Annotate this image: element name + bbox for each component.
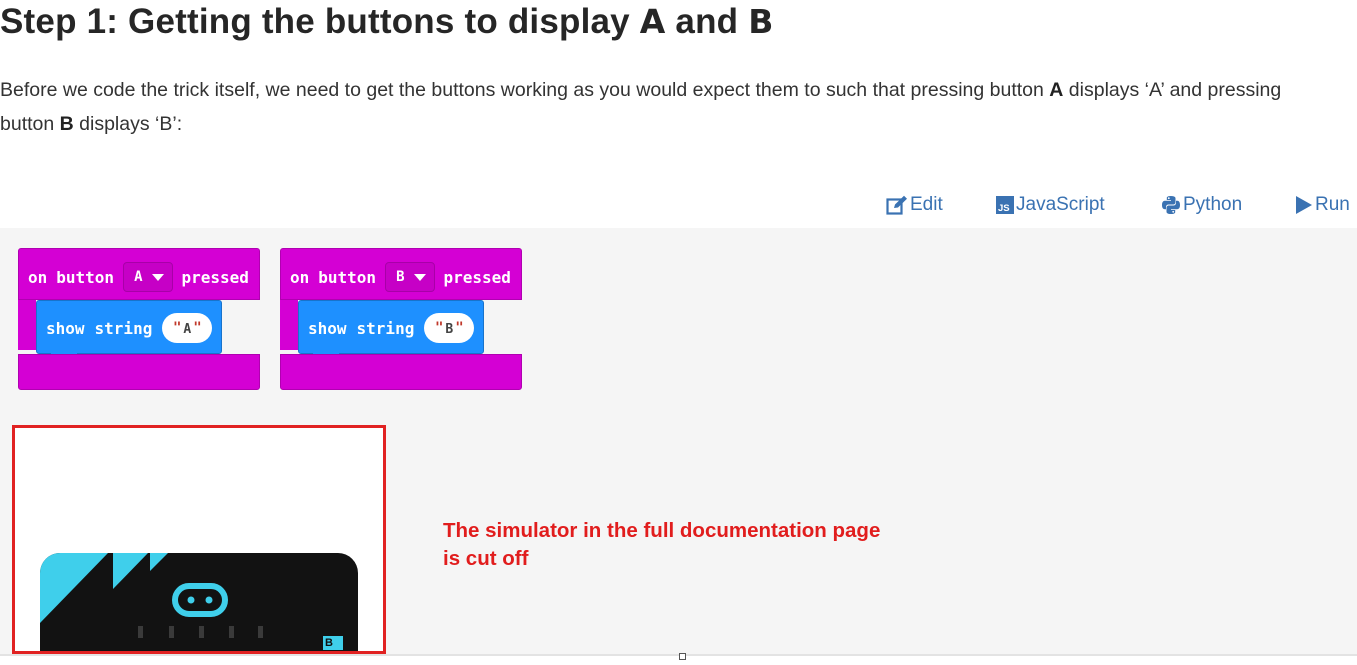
block-on-text: on: [28, 267, 48, 287]
run-button[interactable]: Run: [1295, 194, 1350, 216]
event-block-footer: [280, 354, 522, 390]
javascript-label: JavaScript: [1016, 194, 1105, 215]
quote-open: ": [172, 320, 182, 336]
block-show-text: show: [46, 318, 85, 338]
show-string-a-block[interactable]: show string " A ": [36, 300, 222, 360]
run-label: Run: [1315, 194, 1350, 215]
block-button-text: button: [318, 267, 377, 287]
python-button[interactable]: Python: [1161, 194, 1242, 216]
string-value-text: A: [183, 322, 192, 337]
led-column: [138, 626, 143, 638]
button-b-dropdown[interactable]: B: [385, 262, 435, 292]
block-on-text: on: [290, 267, 310, 287]
block-show-text: show: [308, 318, 347, 338]
on-button-b-pressed-block[interactable]: on button B pressed show string " B ": [280, 248, 522, 390]
quote-open: ": [434, 320, 444, 336]
show-string-b-block[interactable]: show string " B ": [298, 300, 484, 360]
button-a-dropdown[interactable]: A: [123, 262, 173, 292]
intro-text-1: Before we code the trick itself, we need…: [0, 79, 1050, 101]
simulator-highlight-box: B: [12, 425, 386, 654]
event-block-header: on button B pressed: [280, 248, 522, 300]
edit-label: Edit: [910, 194, 943, 215]
block-pressed-text: pressed: [181, 267, 249, 287]
block-pressed-text: pressed: [443, 267, 511, 287]
dropdown-value: B: [396, 269, 405, 285]
led-column: [258, 626, 263, 638]
edit-button[interactable]: Edit: [886, 194, 943, 216]
string-value-b[interactable]: " B ": [424, 313, 475, 343]
python-label: Python: [1183, 194, 1243, 215]
javascript-button[interactable]: JS JavaScript: [996, 194, 1105, 216]
edit-icon: [886, 195, 907, 215]
block-string-text: string: [94, 318, 153, 338]
javascript-icon-text: JS: [998, 203, 1010, 214]
annotation-text: The simulator in the full documentation …: [443, 517, 880, 573]
page-title: Step 1: Getting the buttons to display A…: [0, 2, 774, 42]
led-column: [229, 626, 234, 638]
event-block-row: on button B pressed: [290, 262, 511, 292]
event-block-spine: [18, 300, 36, 350]
python-icon: [1162, 196, 1180, 214]
play-icon: [1296, 196, 1312, 214]
title-button-a: A: [639, 2, 666, 41]
button-b-label-text: B: [325, 637, 333, 649]
code-toolbar: Edit JS JavaScript Python Run: [0, 194, 1357, 224]
on-button-a-pressed-block[interactable]: on button A pressed show string " A ": [18, 248, 260, 390]
quote-close: ": [455, 320, 464, 336]
dropdown-arrow-icon: [151, 273, 164, 281]
intro-bold-b: B: [59, 113, 74, 135]
annotation-line-2: is cut off: [443, 547, 529, 570]
microbit-corner-decoration-icon: [40, 553, 228, 623]
resize-handle[interactable]: [679, 653, 686, 660]
led-column: [199, 626, 204, 638]
event-block-row: on button A pressed: [28, 262, 249, 292]
led-column: [169, 626, 174, 638]
block-string-text: string: [356, 318, 415, 338]
title-and: and: [665, 2, 749, 41]
event-block-spine: [280, 300, 298, 350]
javascript-icon: JS: [996, 196, 1014, 214]
block-button-text: button: [56, 267, 115, 287]
microbit-simulator[interactable]: B: [40, 553, 358, 651]
event-block-header: on button A pressed: [18, 248, 260, 300]
button-b-label: B: [323, 636, 343, 650]
annotation-line-1: The simulator in the full documentation …: [443, 519, 881, 542]
dropdown-value: A: [134, 269, 143, 285]
intro-bold-a: A: [1049, 79, 1064, 101]
quote-close: ": [193, 320, 202, 336]
title-button-b: B: [748, 2, 774, 41]
string-value-a[interactable]: " A ": [162, 313, 213, 343]
title-prefix: Step 1: Getting the buttons to display: [0, 2, 640, 41]
intro-paragraph: Before we code the trick itself, we need…: [0, 73, 1340, 141]
dropdown-arrow-icon: [413, 273, 426, 281]
intro-text-3: displays ‘B’:: [73, 113, 183, 135]
event-block-footer: [18, 354, 260, 390]
show-string-row: show string " A ": [46, 313, 213, 343]
show-string-row: show string " B ": [308, 313, 475, 343]
string-value-text: B: [445, 322, 454, 337]
